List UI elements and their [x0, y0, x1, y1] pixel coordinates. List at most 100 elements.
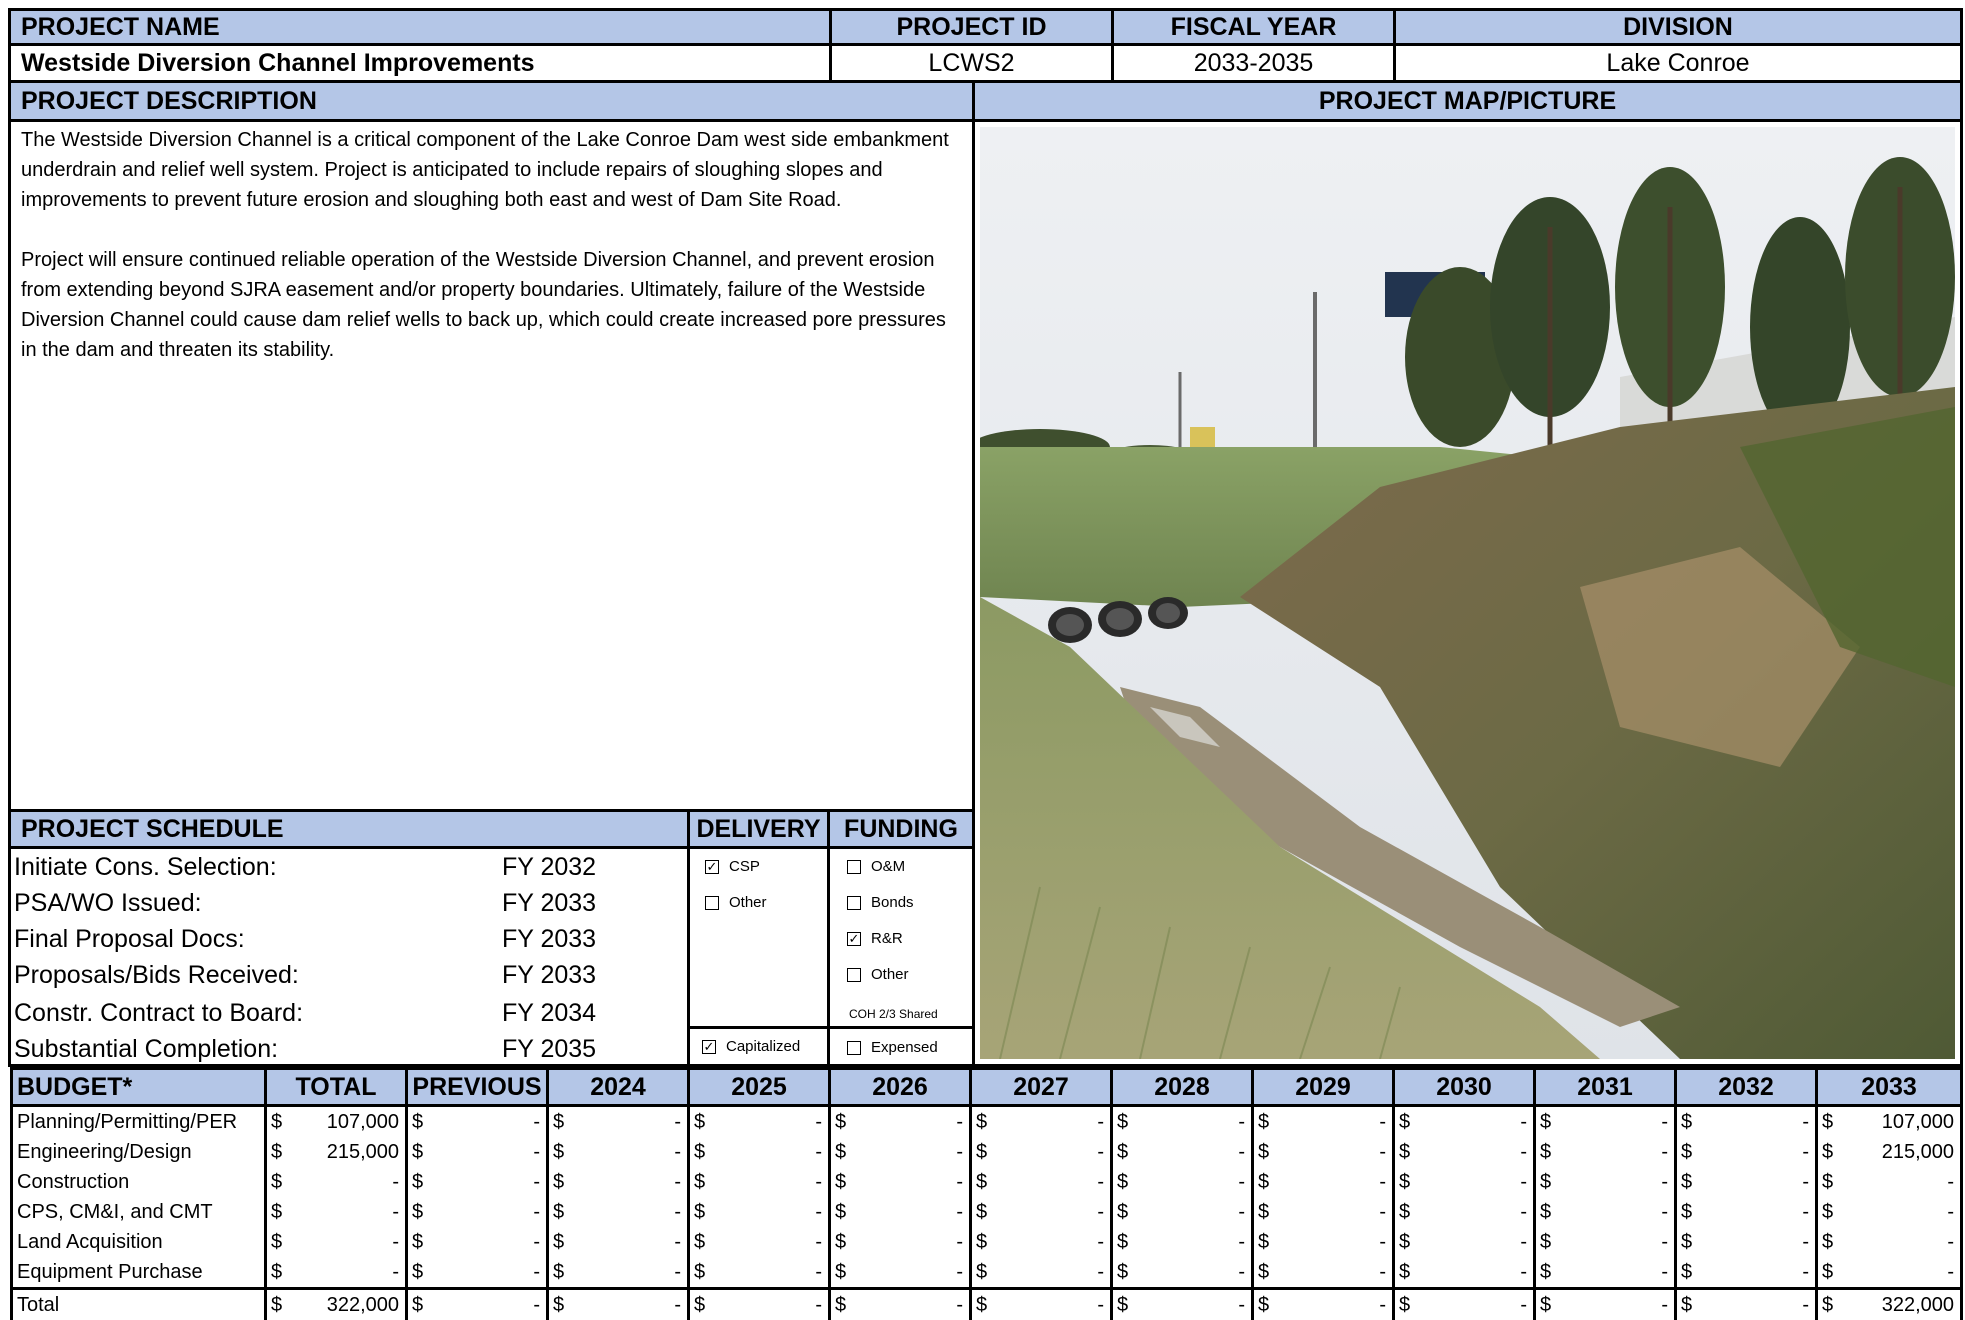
budget-value: - [392, 1231, 399, 1254]
expensed-checkbox[interactable]: Expensed [847, 1039, 938, 1056]
budget-value: - [1661, 1201, 1668, 1224]
budget-cell: $- [1112, 1106, 1253, 1138]
funding-rr-checkbox[interactable]: ✓R&R [847, 930, 903, 947]
capitalized-checkbox[interactable]: ✓Capitalized [702, 1038, 800, 1055]
currency-symbol: $ [694, 1141, 705, 1164]
budget-value: - [533, 1294, 540, 1317]
currency-symbol: $ [1822, 1111, 1833, 1134]
budget-value: - [1947, 1171, 1954, 1194]
delivery-other-checkbox[interactable]: Other [705, 894, 767, 911]
currency-symbol: $ [1681, 1294, 1692, 1317]
currency-symbol: $ [271, 1294, 282, 1317]
budget-cell: $- [1112, 1257, 1253, 1289]
budget-cell: $- [830, 1167, 971, 1197]
budget-value: - [956, 1231, 963, 1254]
budget-value: - [956, 1294, 963, 1317]
schedule-item-contract: Constr. Contract to Board: [14, 995, 303, 1031]
budget-column-2028: 2028 [1112, 1069, 1253, 1106]
budget-value: - [1379, 1231, 1386, 1254]
budget-cell: $322,000 [1817, 1289, 1962, 1320]
budget-cell: $- [830, 1106, 971, 1138]
currency-symbol: $ [1399, 1111, 1410, 1134]
budget-cell: $- [1112, 1227, 1253, 1257]
budget-row-label: Planning/Permitting/PER [12, 1106, 266, 1138]
checkbox-checked-icon: ✓ [702, 1040, 716, 1054]
currency-symbol: $ [1258, 1141, 1269, 1164]
budget-cell: $- [1817, 1227, 1962, 1257]
budget-value: 107,000 [1882, 1111, 1954, 1134]
budget-cell: $215,000 [266, 1137, 407, 1167]
budget-value: 107,000 [327, 1111, 399, 1134]
budget-cell: $- [971, 1106, 1112, 1138]
currency-symbol: $ [1822, 1171, 1833, 1194]
budget-value: - [392, 1171, 399, 1194]
currency-symbol: $ [553, 1111, 564, 1134]
budget-value: - [533, 1261, 540, 1284]
delivery-label: DELIVERY [687, 809, 830, 849]
budget-value: 215,000 [1882, 1141, 1954, 1164]
budget-column-previous: PREVIOUS [407, 1069, 548, 1106]
currency-symbol: $ [835, 1294, 846, 1317]
schedule-item-proposals: Proposals/Bids Received: [14, 957, 299, 993]
budget-cell: $- [1253, 1167, 1394, 1197]
checkbox-checked-icon: ✓ [847, 932, 861, 946]
currency-symbol: $ [271, 1111, 282, 1134]
currency-symbol: $ [1822, 1201, 1833, 1224]
project-photo [980, 127, 1955, 1059]
fiscal-year-label: FISCAL YEAR [1111, 8, 1396, 46]
currency-symbol: $ [976, 1141, 987, 1164]
schedule-item-completion: Substantial Completion: [14, 1031, 278, 1067]
currency-symbol: $ [976, 1171, 987, 1194]
budget-cell: $- [407, 1167, 548, 1197]
currency-symbol: $ [412, 1231, 423, 1254]
budget-value: - [1238, 1141, 1245, 1164]
budget-cell: $- [1676, 1167, 1817, 1197]
currency-symbol: $ [412, 1171, 423, 1194]
currency-symbol: $ [835, 1111, 846, 1134]
currency-symbol: $ [694, 1171, 705, 1194]
budget-cell: $- [548, 1137, 689, 1167]
currency-symbol: $ [1117, 1294, 1128, 1317]
budget-value: - [1379, 1111, 1386, 1134]
budget-value: - [956, 1111, 963, 1134]
budget-row: Construction$-$-$-$-$-$-$-$-$-$-$-$- [12, 1167, 1962, 1197]
checkbox-empty-icon [705, 896, 719, 910]
budget-value: - [674, 1111, 681, 1134]
budget-column-2027: 2027 [971, 1069, 1112, 1106]
currency-symbol: $ [976, 1111, 987, 1134]
budget-value: - [674, 1141, 681, 1164]
budget-cell: $- [1535, 1289, 1676, 1320]
division-value: Lake Conroe [1393, 43, 1963, 83]
budget-table: BUDGET*TOTALPREVIOUS20242025202620272028… [10, 1067, 1963, 1320]
budget-cell: $- [407, 1289, 548, 1320]
funding-om-checkbox[interactable]: O&M [847, 858, 905, 875]
budget-value: - [1802, 1111, 1809, 1134]
budget-value: - [1379, 1141, 1386, 1164]
funding-other-checkbox[interactable]: Other [847, 966, 909, 983]
currency-symbol: $ [553, 1261, 564, 1284]
budget-cell: $- [971, 1167, 1112, 1197]
checkbox-empty-icon [847, 896, 861, 910]
funding-bonds-checkbox[interactable]: Bonds [847, 894, 914, 911]
budget-cell: $- [266, 1197, 407, 1227]
currency-symbol: $ [553, 1294, 564, 1317]
budget-row-label: Total [12, 1289, 266, 1320]
currency-symbol: $ [1822, 1294, 1833, 1317]
currency-symbol: $ [976, 1231, 987, 1254]
project-map-label: PROJECT MAP/PICTURE [972, 80, 1963, 122]
budget-value: - [1520, 1111, 1527, 1134]
budget-column-2026: 2026 [830, 1069, 971, 1106]
budget-cell: $- [1253, 1257, 1394, 1289]
currency-symbol: $ [1540, 1111, 1551, 1134]
currency-symbol: $ [1681, 1111, 1692, 1134]
currency-symbol: $ [694, 1294, 705, 1317]
currency-symbol: $ [412, 1141, 423, 1164]
checkbox-checked-icon: ✓ [705, 860, 719, 874]
currency-symbol: $ [1399, 1294, 1410, 1317]
budget-value: - [1379, 1201, 1386, 1224]
budget-cell: $- [971, 1227, 1112, 1257]
currency-symbol: $ [1117, 1261, 1128, 1284]
budget-value: - [1802, 1171, 1809, 1194]
delivery-csp-checkbox[interactable]: ✓CSP [705, 858, 760, 875]
budget-row-label: Land Acquisition [12, 1227, 266, 1257]
